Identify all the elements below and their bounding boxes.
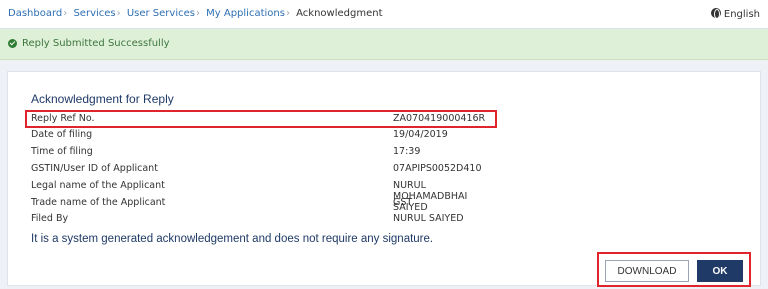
breadcrumb-current: Acknowledgment bbox=[296, 8, 383, 19]
row-value: ZA070419000416R bbox=[393, 113, 486, 124]
system-note: It is a system generated acknowledgement… bbox=[31, 233, 434, 245]
row-value: NURUL SAIYED bbox=[393, 213, 464, 224]
row-legal-name: Legal name of the Applicant NURUL MOHAMA… bbox=[31, 178, 501, 213]
language-selector[interactable]: English bbox=[710, 8, 760, 20]
breadcrumb-my-applications[interactable]: My Applications bbox=[206, 8, 285, 19]
download-button[interactable]: DOWNLOAD bbox=[605, 260, 689, 282]
row-gstin: GSTIN/User ID of Applicant 07APIPS0052D4… bbox=[31, 161, 501, 177]
row-label: Date of filing bbox=[31, 129, 93, 140]
row-value: 17:39 bbox=[393, 146, 421, 157]
row-label: GSTIN/User ID of Applicant bbox=[31, 163, 158, 174]
acknowledgment-title: Acknowledgment for Reply bbox=[31, 92, 174, 106]
row-label: Filed By bbox=[31, 213, 69, 224]
breadcrumb: Dashboard› Services› User Services› My A… bbox=[8, 8, 383, 19]
row-date-of-filing: Date of filing 19/04/2019 bbox=[31, 127, 501, 143]
row-time-of-filing: Time of filing 17:39 bbox=[31, 144, 501, 160]
breadcrumb-dashboard[interactable]: Dashboard bbox=[8, 8, 62, 19]
globe-icon bbox=[710, 8, 721, 19]
ok-button[interactable]: OK bbox=[697, 260, 743, 282]
row-label: Trade name of the Applicant bbox=[31, 197, 166, 208]
row-value: 19/04/2019 bbox=[393, 129, 448, 140]
row-label: Reply Ref No. bbox=[31, 113, 95, 124]
row-filed-by: Filed By NURUL SAIYED bbox=[31, 211, 501, 227]
row-trade-name: Trade name of the Applicant GST bbox=[31, 195, 501, 211]
row-value: GST bbox=[393, 197, 413, 208]
breadcrumb-user-services[interactable]: User Services bbox=[127, 8, 195, 19]
language-label: English bbox=[723, 9, 760, 20]
row-reply-ref: Reply Ref No. ZA070419000416R bbox=[31, 111, 501, 127]
success-alert: Reply Submitted Successfully bbox=[0, 29, 768, 60]
breadcrumb-bar: Dashboard› Services› User Services› My A… bbox=[0, 0, 768, 29]
check-circle-icon bbox=[8, 39, 17, 48]
row-label: Legal name of the Applicant bbox=[31, 180, 165, 191]
row-value: 07APIPS0052D410 bbox=[393, 163, 482, 174]
row-label: Time of filing bbox=[31, 146, 93, 157]
alert-message: Reply Submitted Successfully bbox=[22, 38, 170, 49]
breadcrumb-services[interactable]: Services bbox=[73, 8, 115, 19]
